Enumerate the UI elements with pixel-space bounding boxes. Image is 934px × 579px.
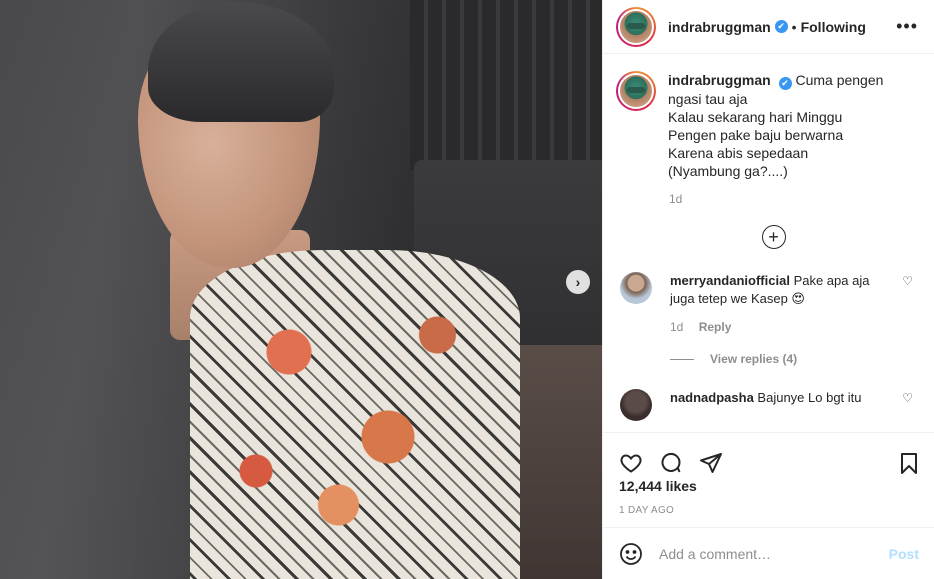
caption-line: Cuma pengen: [795, 72, 884, 88]
commenter-avatar[interactable]: [620, 389, 652, 421]
avatar[interactable]: [616, 6, 656, 47]
comment-like-heart-icon[interactable]: ♡: [902, 274, 913, 288]
caption-timestamp: 1d: [669, 192, 683, 206]
post-timestamp: 1 DAY AGO: [619, 505, 675, 516]
verified-badge-icon: ✔: [774, 20, 788, 33]
comment-username[interactable]: nadnadpasha: [670, 390, 754, 405]
comment-item: merryandaniofficial Pake apa aja juga te…: [616, 272, 919, 308]
comment-timestamp: 1d: [670, 320, 684, 334]
photo-person-hair: [148, 2, 334, 122]
caption-line: Pengen pake baju berwarna: [668, 127, 844, 143]
more-options-icon[interactable]: •••: [896, 16, 918, 37]
post-header: indrabruggman ✔ • Following •••: [603, 0, 934, 54]
view-replies-label: View replies (4): [710, 352, 798, 366]
photo-person-floral-shirt: [190, 250, 520, 579]
caption-line: ngasi tau aja: [668, 91, 748, 107]
commenter-avatar[interactable]: [620, 272, 652, 304]
comment-text: nadnadpasha Bajunye Lo bgt itu: [670, 389, 890, 421]
comment-bubble-icon[interactable]: [657, 449, 685, 477]
comment-item: nadnadpasha Bajunye Lo bgt itu ♡: [616, 389, 919, 421]
emoji-smile-icon[interactable]: [619, 542, 643, 566]
comments-list[interactable]: indrabruggman ✔ Cuma pengen ngasi tau aj…: [603, 55, 934, 429]
reply-button[interactable]: Reply: [699, 320, 732, 334]
following-button[interactable]: Following: [801, 19, 866, 35]
separator-dot: •: [791, 18, 797, 35]
caption-line: Kalau sekarang hari Minggu: [668, 109, 843, 125]
view-replies-button[interactable]: View replies (4): [670, 352, 919, 366]
plus-circle-icon[interactable]: +: [761, 225, 786, 249]
post-side-panel: indrabruggman ✔ • Following ••• indrabru…: [602, 0, 934, 579]
post-photo[interactable]: ›: [0, 0, 602, 579]
comment-body: Bajunye Lo bgt itu: [757, 390, 862, 405]
caption-line: Karena abis sepedaan: [668, 145, 809, 161]
paper-plane-icon[interactable]: [697, 449, 725, 477]
action-bar: [603, 432, 934, 482]
comment-input[interactable]: [659, 545, 879, 562]
verified-badge-icon: ✔: [778, 77, 792, 90]
caption-text: indrabruggman ✔ Cuma pengen ngasi tau aj…: [668, 71, 883, 180]
avatar-image: [618, 73, 654, 109]
comment-text: merryandaniofficial Pake apa aja juga te…: [670, 272, 890, 308]
caption: indrabruggman ✔ Cuma pengen ngasi tau aj…: [616, 71, 919, 180]
heart-icon[interactable]: [617, 449, 645, 477]
likes-count[interactable]: 12,444 likes: [619, 478, 697, 494]
view-replies-line: [670, 358, 694, 360]
caption-username[interactable]: indrabruggman: [668, 72, 771, 88]
add-comment-bar: Post: [603, 527, 934, 579]
bookmark-icon[interactable]: [895, 449, 923, 477]
avatar[interactable]: [616, 71, 656, 111]
photo-window-blind: [410, 0, 602, 170]
post-comment-button[interactable]: Post: [889, 546, 919, 562]
comment-meta: 1d Reply: [670, 320, 919, 334]
chevron-right-icon[interactable]: ›: [566, 270, 590, 294]
caption-line: (Nyambung ga?....): [668, 163, 788, 179]
comment-like-heart-icon[interactable]: ♡: [902, 391, 913, 405]
comment-username[interactable]: merryandaniofficial: [670, 273, 790, 288]
avatar-image: [618, 8, 654, 45]
header-username[interactable]: indrabruggman: [668, 19, 771, 35]
